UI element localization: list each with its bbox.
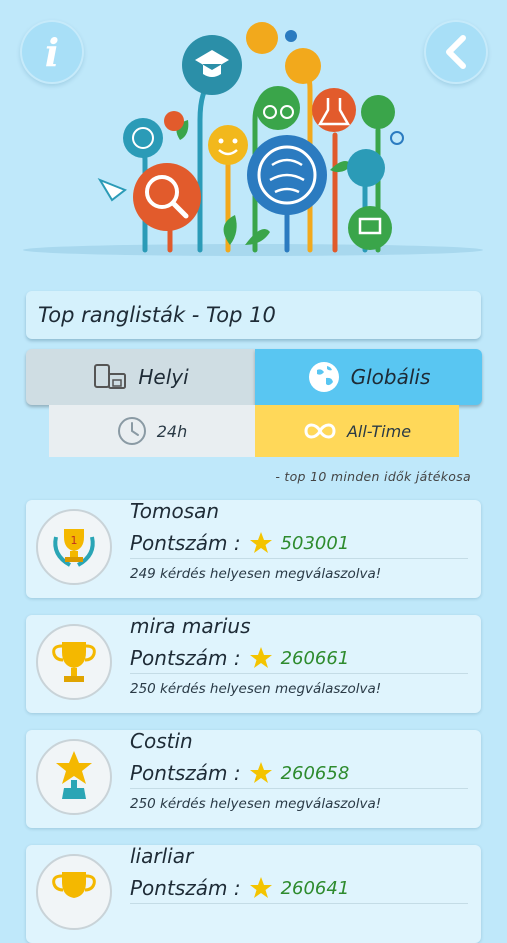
score-row: Pontszám : 260658 [130,758,468,789]
player-name: Tomosan [130,499,220,523]
clock-icon [117,417,146,445]
star-icon [249,762,272,783]
answered-count: 250 kérdés helyesen megválaszolva! [130,681,382,697]
answered-count: 249 kérdés helyesen megválaszolva! [130,566,382,582]
score-value: 260658 [280,762,350,784]
tab-local[interactable]: Helyi [26,349,255,405]
tab-global[interactable]: Globális [255,349,482,405]
player-name: Costin [130,729,193,753]
laurel-trophy-icon: 1 [36,509,112,585]
score-value: 503001 [280,532,350,554]
devices-icon [94,364,127,389]
svg-text:1: 1 [71,534,78,547]
score-label: Pontszám : [130,876,241,900]
score-label: Pontszám : [130,761,241,785]
star-icon [249,877,272,898]
leaderboard-entry[interactable]: liarliar Pontszám : 260641 [26,844,481,943]
answered-count: 250 kérdés helyesen megválaszolva! [130,796,382,812]
info-icon: i [44,29,60,75]
star-icon [249,532,272,553]
player-name: mira marius [130,614,251,638]
chevron-left-icon [446,35,466,69]
star-icon [249,647,272,668]
score-value: 260661 [280,647,350,669]
player-name: liarliar [130,844,194,868]
tab-24h-label: 24h [156,421,188,441]
leaderboard-entry[interactable]: 1 Tomosan Pontszám : 503001 249 kérdés h… [26,499,481,598]
tab-alltime[interactable]: All-Time [255,405,459,457]
leaderboard-subtitle: - top 10 minden idők játékosa [275,469,471,484]
gold-cup-icon [36,854,112,930]
gold-cup-icon [36,624,112,700]
info-button[interactable]: i [20,20,84,84]
tab-24h[interactable]: 24h [49,405,255,457]
infinity-icon [304,423,336,439]
score-row: Pontszám : 260641 [130,873,468,904]
score-label: Pontszám : [130,531,241,555]
globe-icon [308,362,339,392]
score-label: Pontszám : [130,646,241,670]
leaderboard-entry[interactable]: mira marius Pontszám : 260661 250 kérdés… [26,614,481,713]
tab-global-label: Globális [350,365,431,389]
score-row: Pontszám : 260661 [130,643,468,674]
back-button[interactable] [424,20,488,84]
tab-local-label: Helyi [138,365,189,389]
star-trophy-icon [36,739,112,815]
score-row: Pontszám : 503001 [130,528,468,559]
score-value: 260641 [280,877,350,899]
tab-alltime-label: All-Time [346,421,412,441]
leaderboard-entry[interactable]: Costin Pontszám : 260658 250 kérdés hely… [26,729,481,828]
leaderboard-title: Top ranglisták - Top 10 [26,291,481,339]
